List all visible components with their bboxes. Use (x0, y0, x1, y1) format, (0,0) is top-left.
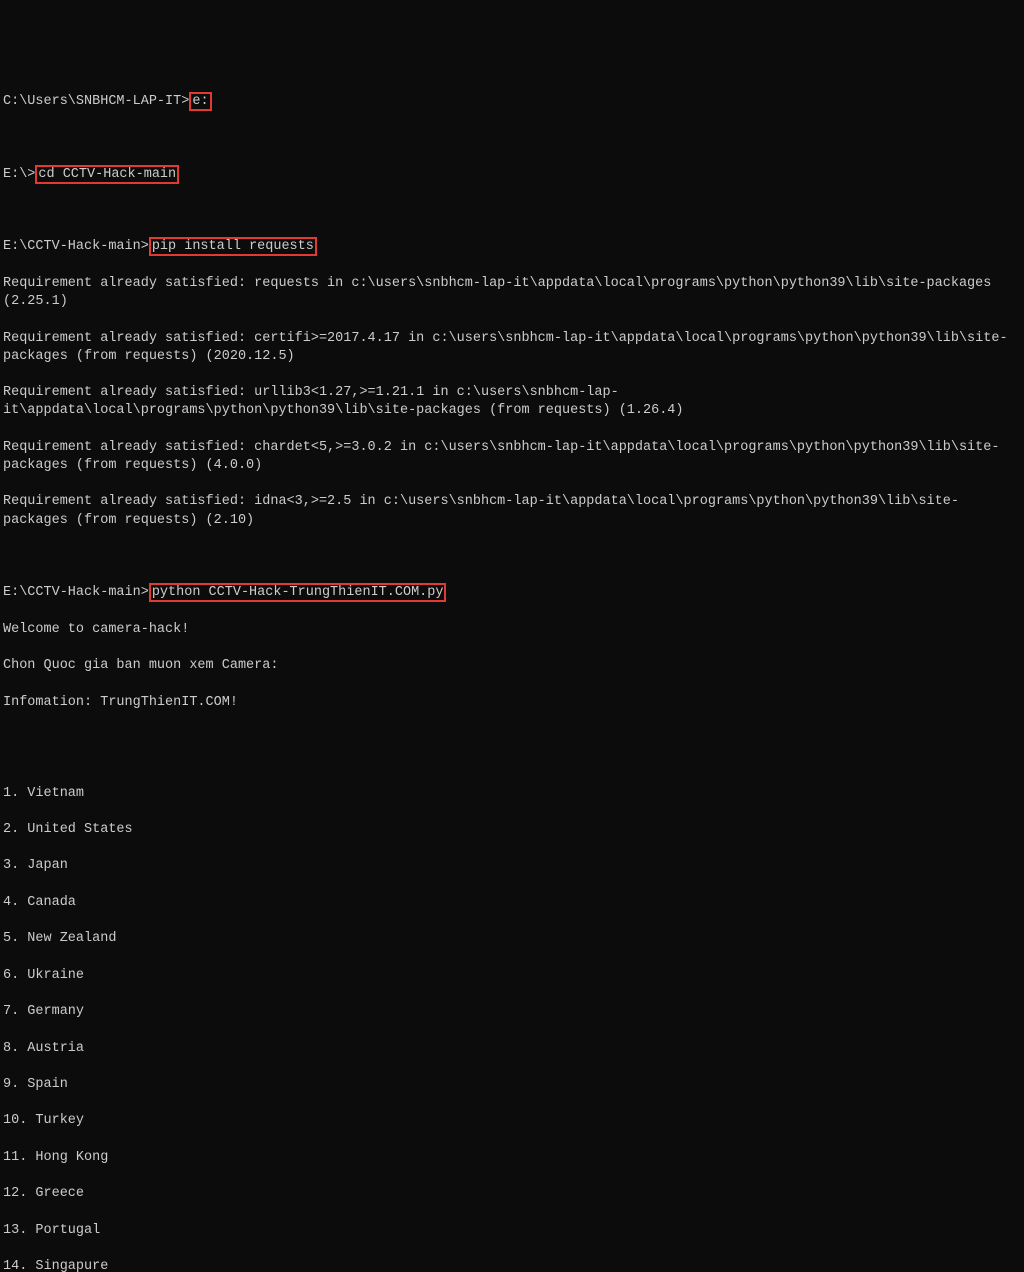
country-item: 7. Germany (3, 1003, 1021, 1021)
pip-output-line: Requirement already satisfied: chardet<5… (3, 439, 1021, 475)
prompt-line-1: C:\Users\SNBHCM-LAP-IT>e: (3, 93, 1021, 111)
country-item: 3. Japan (3, 857, 1021, 875)
terminal-output[interactable]: C:\Users\SNBHCM-LAP-IT>e: E:\>cd CCTV-Ha… (3, 75, 1021, 1272)
prompt-path: E:\CCTV-Hack-main> (3, 585, 149, 600)
country-item: 5. New Zealand (3, 930, 1021, 948)
script-welcome: Welcome to camera-hack! (3, 621, 1021, 639)
prompt-path: E:\CCTV-Hack-main> (3, 239, 149, 254)
country-item: 10. Turkey (3, 1112, 1021, 1130)
prompt-path: E:\> (3, 167, 35, 182)
pip-output-line: Requirement already satisfied: urllib3<1… (3, 384, 1021, 420)
pip-output-line: Requirement already satisfied: idna<3,>=… (3, 493, 1021, 529)
highlighted-command-2: cd CCTV-Hack-main (35, 165, 179, 184)
country-item: 14. Singapure (3, 1258, 1021, 1272)
pip-output-line: Requirement already satisfied: requests … (3, 275, 1021, 311)
blank-line (3, 548, 1021, 566)
country-item: 12. Greece (3, 1185, 1021, 1203)
country-item: 1. Vietnam (3, 785, 1021, 803)
country-item: 8. Austria (3, 1040, 1021, 1058)
country-item: 2. United States (3, 821, 1021, 839)
prompt-line-3: E:\CCTV-Hack-main>pip install requests (3, 238, 1021, 256)
script-prompt-label: Chon Quoc gia ban muon xem Camera: (3, 657, 1021, 675)
country-list: 1. Vietnam 2. United States 3. Japan 4. … (3, 766, 1021, 1272)
pip-output-line: Requirement already satisfied: certifi>=… (3, 330, 1021, 366)
country-item: 13. Portugal (3, 1222, 1021, 1240)
country-item: 6. Ukraine (3, 967, 1021, 985)
country-item: 9. Spain (3, 1076, 1021, 1094)
prompt-path: C:\Users\SNBHCM-LAP-IT> (3, 94, 189, 109)
highlighted-command-3: pip install requests (149, 237, 317, 256)
highlighted-command-1: e: (189, 92, 211, 111)
blank-line (3, 202, 1021, 220)
blank-line (3, 130, 1021, 148)
script-info: Infomation: TrungThienIT.COM! (3, 694, 1021, 712)
prompt-line-2: E:\>cd CCTV-Hack-main (3, 166, 1021, 184)
highlighted-command-4: python CCTV-Hack-TrungThienIT.COM.py (149, 583, 447, 602)
blank-line (3, 730, 1021, 748)
country-item: 11. Hong Kong (3, 1149, 1021, 1167)
prompt-line-4: E:\CCTV-Hack-main>python CCTV-Hack-Trung… (3, 584, 1021, 602)
country-item: 4. Canada (3, 894, 1021, 912)
